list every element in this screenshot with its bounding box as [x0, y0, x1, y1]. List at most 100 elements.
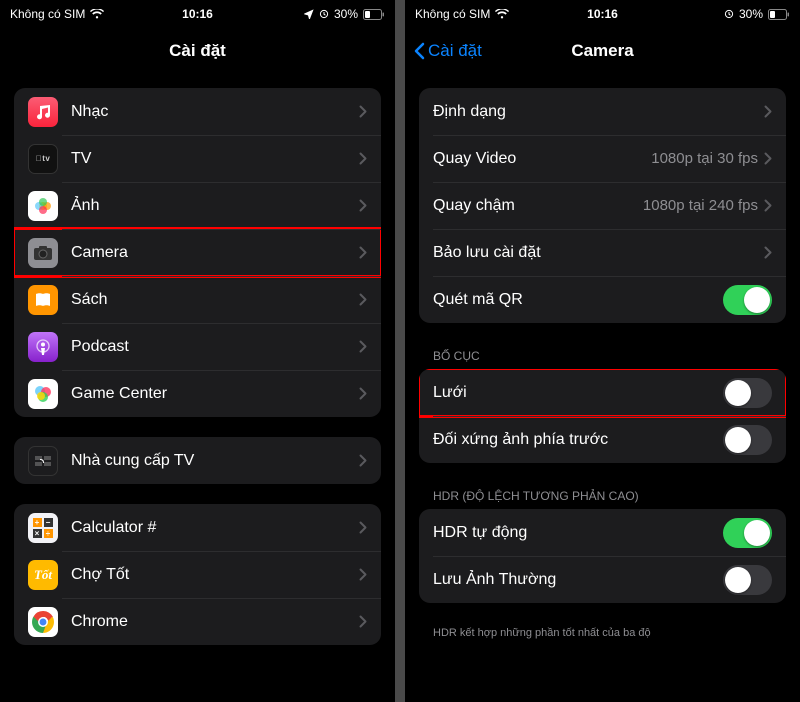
clock: 10:16	[135, 7, 260, 21]
status-bar: Không có SIM 10:16 30%	[0, 0, 395, 28]
svg-text:×: ×	[35, 529, 40, 538]
battery-icon	[363, 9, 385, 20]
row-label: HDR tự động	[433, 524, 723, 542]
row-label: Chrome	[71, 613, 359, 631]
settings-row-quay-ch-m[interactable]: Quay chậm1080p tại 240 fps	[419, 182, 786, 229]
tv-icon: tv	[28, 144, 58, 174]
chevron-right-icon	[764, 246, 772, 259]
chevron-right-icon	[359, 293, 367, 306]
settings-row-b-o-l-u-c-i-t[interactable]: Bảo lưu cài đặt	[419, 229, 786, 276]
settings-row-camera[interactable]: Camera	[14, 229, 381, 276]
toggle-switch[interactable]	[723, 425, 772, 455]
settings-row-ch-t-t[interactable]: TốtChợ Tốt	[14, 551, 381, 598]
camera-icon	[28, 238, 58, 268]
back-button[interactable]: Cài đặt	[413, 41, 482, 61]
row-label: Game Center	[71, 385, 359, 403]
row-detail: 1080p tại 240 fps	[643, 197, 758, 214]
page-title: Cài đặt	[169, 41, 226, 61]
settings-row-tv[interactable]: tv TV	[14, 135, 381, 182]
podcast-icon	[28, 332, 58, 362]
settings-row-nh-c[interactable]: Nhạc	[14, 88, 381, 135]
settings-row--i-x-ng-nh-ph-a-tr-c[interactable]: Đối xứng ảnh phía trước	[419, 416, 786, 463]
page-title: Camera	[571, 41, 633, 61]
toggle-switch[interactable]	[723, 518, 772, 548]
row-label: Lưới	[433, 384, 723, 402]
camera-settings-scroll[interactable]: Định dạngQuay Video1080p tại 30 fpsQuay …	[405, 74, 800, 702]
settings-row-game-center[interactable]: Game Center	[14, 370, 381, 417]
calculator-icon: +−×÷	[28, 513, 58, 543]
settings-row-quay-video[interactable]: Quay Video1080p tại 30 fps	[419, 135, 786, 182]
settings-row-nh-cung-c-p-tv[interactable]: Nhà cung cấp TV	[14, 437, 381, 484]
row-label: Lưu Ảnh Thường	[433, 571, 723, 589]
svg-text:+: +	[35, 518, 40, 527]
location-icon	[304, 9, 314, 19]
row-label: Định dạng	[433, 103, 764, 121]
settings-row-l-i[interactable]: Lưới	[419, 369, 786, 416]
settings-group: +−×÷Calculator #TốtChợ Tốt Chrome	[14, 504, 381, 645]
chevron-right-icon	[359, 152, 367, 165]
clock: 10:16	[540, 7, 665, 21]
books-icon	[28, 285, 58, 315]
row-label: Bảo lưu cài đặt	[433, 244, 764, 262]
chrome-icon	[28, 607, 58, 637]
row-label: Quét mã QR	[433, 291, 723, 309]
camera-settings-screen: Không có SIM 10:16 30% Cài đặt Camera Đị…	[405, 0, 800, 702]
carrier-label: Không có SIM	[415, 7, 490, 21]
chevron-right-icon	[764, 152, 772, 165]
status-bar: Không có SIM 10:16 30%	[405, 0, 800, 28]
chevron-right-icon	[359, 199, 367, 212]
carrier-label: Không có SIM	[10, 7, 85, 21]
settings-row-podcast[interactable]: Podcast	[14, 323, 381, 370]
settings-row--nh[interactable]: Ảnh	[14, 182, 381, 229]
toggle-switch[interactable]	[723, 565, 772, 595]
music-icon	[28, 97, 58, 127]
row-label: Chợ Tốt	[71, 566, 359, 584]
settings-row-hdr-t-ng[interactable]: HDR tự động	[419, 509, 786, 556]
settings-group: Định dạngQuay Video1080p tại 30 fpsQuay …	[419, 88, 786, 323]
settings-row-l-u-nh-th-ng[interactable]: Lưu Ảnh Thường	[419, 556, 786, 603]
row-label: TV	[71, 150, 359, 168]
row-label: Quay chậm	[433, 197, 643, 215]
settings-row-s-ch[interactable]: Sách	[14, 276, 381, 323]
settings-scroll[interactable]: Nhạc tv TV Ảnh Camera Sách Podcast Game Center…	[0, 74, 395, 702]
settings-group: Nhạc tv TV Ảnh Camera Sách Podcast Game Center	[14, 88, 381, 417]
section-header: HDR (ĐỘ LỆCH TƯƠNG PHẢN CAO)	[405, 483, 800, 509]
toggle-switch[interactable]	[723, 285, 772, 315]
settings-group: Lưới Đối xứng ảnh phía trước	[419, 369, 786, 463]
chevron-right-icon	[359, 340, 367, 353]
svg-text:−: −	[46, 518, 51, 527]
chevron-right-icon	[359, 568, 367, 581]
nav-bar: Cài đặt Camera	[405, 28, 800, 74]
settings-row-qu-t-m-qr[interactable]: Quét mã QR	[419, 276, 786, 323]
chevron-right-icon	[359, 615, 367, 628]
row-label: Ảnh	[71, 197, 359, 215]
row-label: Nhạc	[71, 103, 359, 121]
chevron-right-icon	[359, 521, 367, 534]
settings-row-calculator-[interactable]: +−×÷Calculator #	[14, 504, 381, 551]
tvprovider-icon	[28, 446, 58, 476]
wifi-icon	[495, 9, 509, 19]
chevron-right-icon	[764, 105, 772, 118]
row-label: Nhà cung cấp TV	[71, 452, 359, 470]
gamecenter-icon	[28, 379, 58, 409]
alarm-icon	[319, 9, 329, 19]
chevron-right-icon	[359, 105, 367, 118]
settings-row-chrome[interactable]: Chrome	[14, 598, 381, 645]
chevron-right-icon	[359, 454, 367, 467]
chevron-right-icon	[359, 246, 367, 259]
row-label: Camera	[71, 244, 359, 262]
section-header: BỐ CỤC	[405, 343, 800, 369]
back-label: Cài đặt	[428, 41, 482, 61]
row-label: Sách	[71, 291, 359, 309]
chevron-right-icon	[359, 387, 367, 400]
settings-group: Nhà cung cấp TV	[14, 437, 381, 484]
toggle-switch[interactable]	[723, 378, 772, 408]
row-label: Đối xứng ảnh phía trước	[433, 431, 723, 449]
battery-percent: 30%	[334, 7, 358, 21]
section-footnote: HDR kết hợp những phần tốt nhất của ba đ…	[405, 623, 800, 643]
row-detail: 1080p tại 30 fps	[651, 150, 758, 167]
row-label: Podcast	[71, 338, 359, 356]
alarm-icon	[724, 9, 734, 19]
photos-icon	[28, 191, 58, 221]
settings-row--nh-d-ng[interactable]: Định dạng	[419, 88, 786, 135]
